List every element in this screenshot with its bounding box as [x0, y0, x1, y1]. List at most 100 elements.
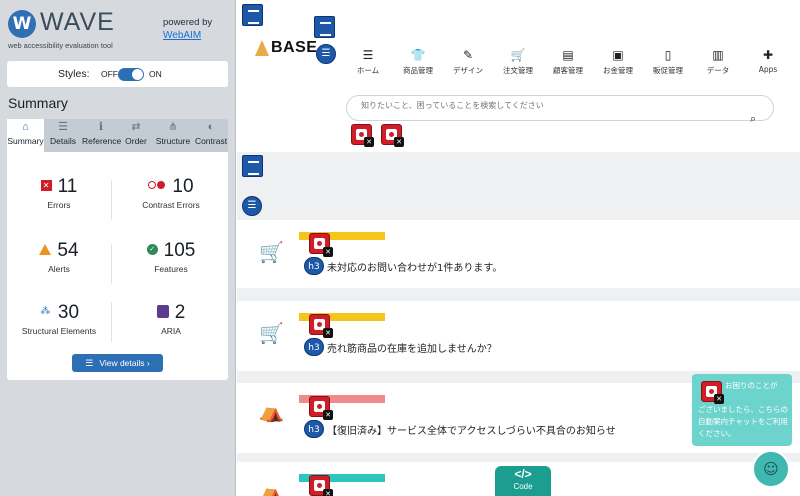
- tent-icon: [255, 40, 269, 56]
- chat-avatar-icon[interactable]: ☺: [752, 450, 790, 488]
- view-details-button[interactable]: ☰ View details ›: [72, 354, 163, 372]
- list-icon: ☰: [58, 121, 68, 133]
- phone-icon: ▯: [664, 48, 672, 62]
- list-icon: ☰: [85, 358, 94, 368]
- feature-icon: ✓: [146, 244, 158, 256]
- notification-card[interactable]: 🛒 ✕ h3 売れ筋商品の在庫を追加しませんか？: [237, 301, 800, 371]
- menu-item[interactable]: ▯ 販促管理: [642, 48, 694, 76]
- menu-item-label: ホーム: [356, 66, 380, 75]
- webaim-link[interactable]: WebAIM: [163, 30, 201, 41]
- structure-icon: ⋔: [168, 121, 178, 133]
- menu-item[interactable]: ▥ データ: [692, 48, 744, 76]
- tab-label: Summary: [7, 136, 44, 146]
- wave-tabs: ⌂ Summary ☰ Details ℹ Reference ⇄ Order …: [7, 119, 228, 152]
- tab-label: Structure: [155, 136, 191, 146]
- divider: [111, 244, 112, 284]
- close-icon: ✕: [364, 137, 374, 147]
- menu-item-label: お金管理: [603, 66, 633, 75]
- close-icon: ✕: [323, 410, 333, 420]
- stat-structural[interactable]: ⁂ 30 Structural Elements: [7, 302, 111, 336]
- styles-label: Styles:: [58, 68, 90, 80]
- wave-list-icon[interactable]: ☰: [242, 196, 262, 216]
- wallet-icon: ▣: [612, 48, 624, 62]
- notification-text[interactable]: 【復旧済み】サービス全体でアクセスしづらい不具合のお知らせ: [327, 422, 616, 437]
- close-icon: ✕: [394, 137, 404, 147]
- menu-item-label: Apps: [758, 65, 778, 74]
- wave-structure-icon[interactable]: [242, 4, 263, 26]
- search-icon[interactable]: ⌕: [750, 112, 756, 126]
- menu-item[interactable]: ▤ 顧客管理: [542, 48, 594, 76]
- info-icon: ℹ: [98, 121, 104, 133]
- tab-label: Reference: [82, 136, 122, 146]
- chart-icon: ▥: [712, 48, 724, 62]
- styles-toggle-bar: Styles: OFF ON: [7, 61, 228, 87]
- stat-label: Errors: [47, 200, 71, 210]
- structure-icon: ⁂: [40, 306, 51, 318]
- code-button[interactable]: </> Code: [495, 466, 551, 496]
- tab-order[interactable]: ⇄ Order: [120, 119, 152, 152]
- menu-item-label: デザイン: [453, 66, 483, 75]
- alert-icon: [39, 244, 52, 256]
- menu-item-label: 顧客管理: [553, 66, 583, 75]
- tab-details[interactable]: ☰ Details: [44, 119, 82, 152]
- wave-structure-icon[interactable]: [242, 155, 263, 177]
- brush-icon: ✎: [462, 48, 474, 62]
- wave-header: W WAVE web accessibility evaluation tool…: [0, 0, 236, 56]
- menu-item-label: 商品管理: [403, 66, 433, 75]
- menu-item[interactable]: ▣ お金管理: [592, 48, 644, 76]
- menu-item-label: 販促管理: [653, 66, 683, 75]
- menu-item-label: データ: [706, 66, 730, 75]
- notification-text[interactable]: 未対応のお問い合わせが1件あります。: [327, 259, 502, 274]
- order-icon: ⇄: [131, 121, 141, 133]
- tab-structure[interactable]: ⋔ Structure: [152, 119, 194, 152]
- divider: [111, 302, 112, 342]
- search-box[interactable]: [346, 95, 774, 121]
- close-icon: ✕: [323, 328, 333, 338]
- close-icon: ✕: [323, 489, 333, 496]
- menu-item[interactable]: 🛒 注文管理: [492, 48, 544, 76]
- summary-heading: Summary: [8, 95, 68, 111]
- wave-heading-badge[interactable]: h3: [304, 257, 324, 275]
- stat-errors[interactable]: ✕ 11 Errors: [7, 176, 111, 210]
- close-icon: ✕: [714, 394, 724, 404]
- styles-off-label: OFF: [101, 69, 118, 79]
- stat-alerts[interactable]: 54 Alerts: [7, 240, 111, 274]
- styles-toggle-switch[interactable]: [118, 68, 144, 81]
- cart-icon: 🛒: [510, 48, 526, 62]
- code-icon: </>: [514, 467, 532, 481]
- wave-heading-badge[interactable]: h3: [304, 420, 324, 438]
- tab-reference[interactable]: ℹ Reference: [82, 119, 122, 152]
- aria-icon: [156, 305, 169, 319]
- error-icon: ✕: [40, 180, 52, 192]
- stat-label: Contrast Errors: [142, 200, 200, 210]
- main-menu: ☰ ホーム 👕 商品管理 ✎ デザイン 🛒 注文管理 ▤ 顧客管理 ▣ お金管理 ▯ 販促管理 ▥ データ ✚ A…: [342, 48, 782, 82]
- chat-text-line1: お困りのことが: [725, 381, 778, 390]
- stat-contrast-errors[interactable]: 10 Contrast Errors: [119, 176, 223, 210]
- notification-text[interactable]: 売れ筋商品の在庫を追加しませんか？: [327, 340, 497, 355]
- site-header: BASE ☰ ホーム 👕 商品管理 ✎ デザイン 🛒 注文管理 ▤ 顧客管理 ▣ お金管理 ▯ 販促管理 ▥…: [237, 0, 800, 152]
- search-input[interactable]: [361, 101, 741, 110]
- wave-structure-icon[interactable]: [314, 16, 335, 38]
- stat-label: Structural Elements: [21, 326, 97, 336]
- id-card-icon: ▤: [562, 48, 574, 62]
- summary-panel: ✕ 11 Errors 10 Contrast Errors 54 Alerts …: [7, 152, 228, 380]
- menu-item[interactable]: 👕 商品管理: [392, 48, 444, 76]
- menu-item[interactable]: ✎ デザイン: [442, 48, 494, 76]
- styles-on-label: ON: [149, 69, 162, 79]
- tab-contrast[interactable]: ◐ Contrast: [194, 119, 228, 152]
- shirt-icon: 👕: [410, 48, 426, 62]
- wave-sidebar: W WAVE web accessibility evaluation tool…: [0, 0, 236, 496]
- puzzle-icon: ✚: [762, 48, 774, 62]
- wave-heading-badge[interactable]: h3: [304, 338, 324, 356]
- stat-label: Features: [154, 264, 188, 274]
- wave-list-icon[interactable]: ☰: [316, 44, 336, 64]
- chat-text-line2: ございましたら、こちらの自動案内チャットをご利用ください。: [698, 405, 788, 438]
- wave-title: WAVE: [40, 8, 115, 36]
- menu-item[interactable]: ✚ Apps: [742, 48, 794, 74]
- stat-label: ARIA: [161, 326, 181, 336]
- stat-features[interactable]: ✓ 105 Features: [119, 240, 223, 274]
- notification-card[interactable]: 🛒 ✕ h3 未対応のお問い合わせが1件あります。: [237, 220, 800, 288]
- tab-summary[interactable]: ⌂ Summary: [7, 119, 44, 152]
- menu-item[interactable]: ☰ ホーム: [342, 48, 394, 76]
- stat-aria[interactable]: 2 ARIA: [119, 302, 223, 336]
